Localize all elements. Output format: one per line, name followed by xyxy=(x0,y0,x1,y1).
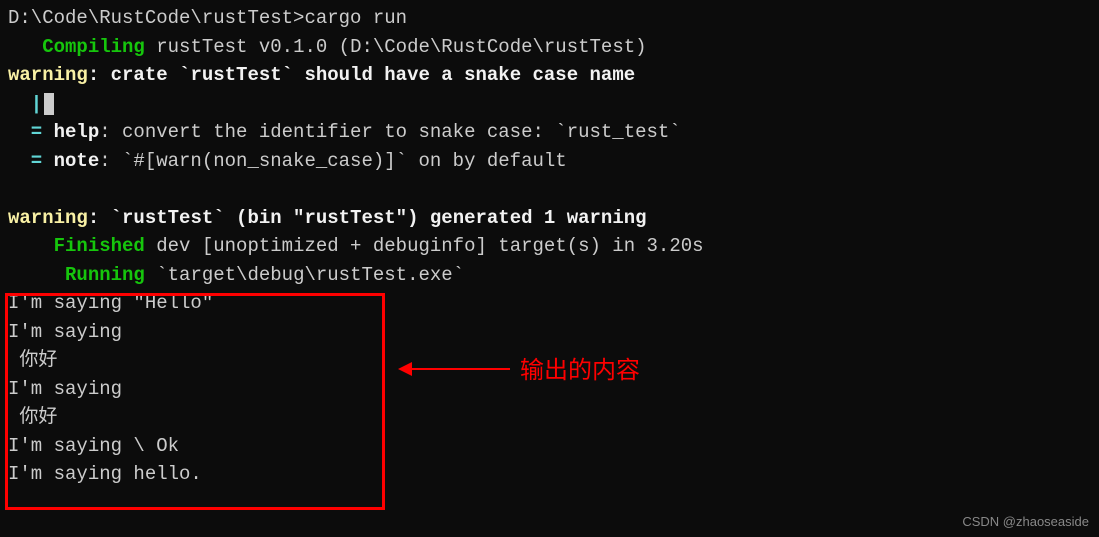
output-line-6: I'm saying \ Ok xyxy=(8,432,1091,461)
output-line-2: I'm saying xyxy=(8,318,1091,347)
help-line: = help: convert the identifier to snake … xyxy=(8,118,1091,147)
finished-line: Finished dev [unoptimized + debuginfo] t… xyxy=(8,232,1091,261)
warning-line-1: warning: crate `rustTest` should have a … xyxy=(8,61,1091,90)
pipe-line: | xyxy=(8,90,1091,119)
cursor-icon xyxy=(44,93,54,115)
output-line-4: I'm saying xyxy=(8,375,1091,404)
blank-line xyxy=(8,175,1091,204)
warning-line-2: warning: `rustTest` (bin "rustTest") gen… xyxy=(8,204,1091,233)
output-line-3: 你好 xyxy=(8,346,1091,375)
output-line-1: I'm saying "Hello" xyxy=(8,289,1091,318)
compiling-line: Compiling rustTest v0.1.0 (D:\Code\RustC… xyxy=(8,33,1091,62)
watermark: CSDN @zhaoseaside xyxy=(962,512,1089,532)
output-line-5: 你好 xyxy=(8,403,1091,432)
terminal-output: D:\Code\RustCode\rustTest>cargo run Comp… xyxy=(8,4,1091,489)
output-line-7: I'm saying hello. xyxy=(8,460,1091,489)
prompt-line: D:\Code\RustCode\rustTest>cargo run xyxy=(8,4,1091,33)
running-line: Running `target\debug\rustTest.exe` xyxy=(8,261,1091,290)
note-line: = note: `#[warn(non_snake_case)]` on by … xyxy=(8,147,1091,176)
